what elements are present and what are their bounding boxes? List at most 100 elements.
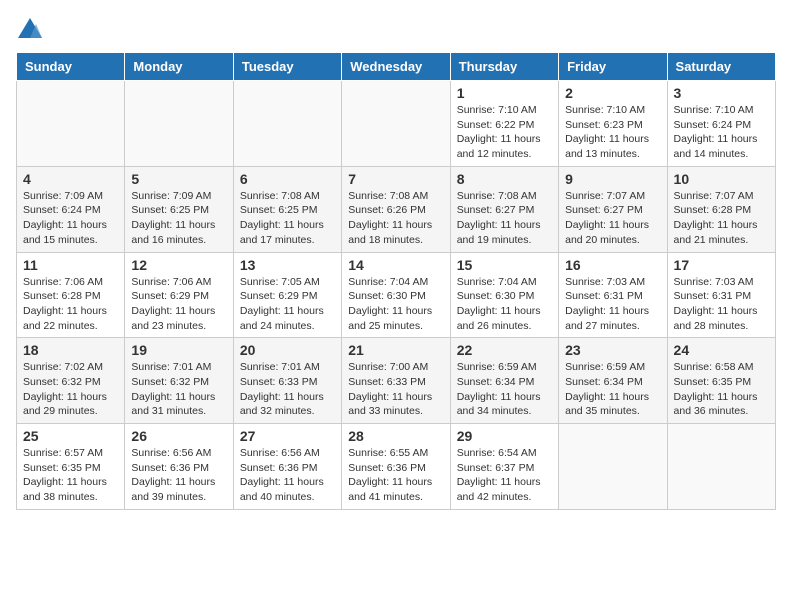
day-info: Sunrise: 7:04 AM Sunset: 6:30 PM Dayligh… — [348, 275, 443, 334]
weekday-header-wednesday: Wednesday — [342, 53, 450, 81]
day-number: 20 — [240, 342, 335, 358]
calendar-cell: 14 Sunrise: 7:04 AM Sunset: 6:30 PM Dayli… — [342, 252, 450, 338]
day-number: 28 — [348, 428, 443, 444]
calendar-cell: 9 Sunrise: 7:07 AM Sunset: 6:27 PM Daylig… — [559, 166, 667, 252]
page-header — [16, 16, 776, 44]
day-number: 26 — [131, 428, 226, 444]
calendar-cell: 2 Sunrise: 7:10 AM Sunset: 6:23 PM Daylig… — [559, 81, 667, 167]
day-number: 16 — [565, 257, 660, 273]
day-number: 19 — [131, 342, 226, 358]
day-info: Sunrise: 7:09 AM Sunset: 6:25 PM Dayligh… — [131, 189, 226, 248]
day-info: Sunrise: 7:04 AM Sunset: 6:30 PM Dayligh… — [457, 275, 552, 334]
weekday-header-thursday: Thursday — [450, 53, 558, 81]
calendar-cell: 1 Sunrise: 7:10 AM Sunset: 6:22 PM Daylig… — [450, 81, 558, 167]
calendar-cell: 6Sunrise: 7:08 AM Sunset: 6:25 PM Daylig… — [233, 166, 341, 252]
calendar-cell: 8 Sunrise: 7:08 AM Sunset: 6:27 PM Daylig… — [450, 166, 558, 252]
day-info: Sunrise: 7:03 AM Sunset: 6:31 PM Dayligh… — [674, 275, 769, 334]
logo — [16, 16, 48, 44]
weekday-header-row: SundayMondayTuesdayWednesdayThursdayFrid… — [17, 53, 776, 81]
calendar-cell: 18 Sunrise: 7:02 AM Sunset: 6:32 PM Dayli… — [17, 338, 125, 424]
day-info: Sunrise: 7:08 AM Sunset: 6:27 PM Dayligh… — [457, 189, 552, 248]
week-row-1: 1 Sunrise: 7:10 AM Sunset: 6:22 PM Daylig… — [17, 81, 776, 167]
day-number: 17 — [674, 257, 769, 273]
day-number: 12 — [131, 257, 226, 273]
day-number: 9 — [565, 171, 660, 187]
day-info: Sunrise: 7:02 AM Sunset: 6:32 PM Dayligh… — [23, 360, 118, 419]
day-info: Sunrise: 6:59 AM Sunset: 6:34 PM Dayligh… — [565, 360, 660, 419]
day-info: Sunrise: 7:07 AM Sunset: 6:28 PM Dayligh… — [674, 189, 769, 248]
calendar-cell: 12 Sunrise: 7:06 AM Sunset: 6:29 PM Dayli… — [125, 252, 233, 338]
day-info: Sunrise: 7:08 AM Sunset: 6:26 PM Dayligh… — [348, 189, 443, 248]
day-info: Sunrise: 7:01 AM Sunset: 6:32 PM Dayligh… — [131, 360, 226, 419]
day-info: Sunrise: 6:55 AM Sunset: 6:36 PM Dayligh… — [348, 446, 443, 505]
weekday-header-sunday: Sunday — [17, 53, 125, 81]
calendar-cell: 28 Sunrise: 6:55 AM Sunset: 6:36 PM Dayli… — [342, 424, 450, 510]
calendar-cell — [667, 424, 775, 510]
calendar-cell — [342, 81, 450, 167]
calendar-cell: 19 Sunrise: 7:01 AM Sunset: 6:32 PM Dayli… — [125, 338, 233, 424]
day-number: 23 — [565, 342, 660, 358]
calendar-cell: 23 Sunrise: 6:59 AM Sunset: 6:34 PM Dayli… — [559, 338, 667, 424]
calendar-cell: 4 Sunrise: 7:09 AM Sunset: 6:24 PM Daylig… — [17, 166, 125, 252]
calendar-cell — [17, 81, 125, 167]
day-info: Sunrise: 7:00 AM Sunset: 6:33 PM Dayligh… — [348, 360, 443, 419]
day-number: 22 — [457, 342, 552, 358]
day-info: Sunrise: 7:07 AM Sunset: 6:27 PM Dayligh… — [565, 189, 660, 248]
day-info: Sunrise: 7:10 AM Sunset: 6:23 PM Dayligh… — [565, 103, 660, 162]
day-info: Sunrise: 7:06 AM Sunset: 6:29 PM Dayligh… — [131, 275, 226, 334]
day-info: Sunrise: 6:58 AM Sunset: 6:35 PM Dayligh… — [674, 360, 769, 419]
calendar-cell: 13 Sunrise: 7:05 AM Sunset: 6:29 PM Dayli… — [233, 252, 341, 338]
day-number: 11 — [23, 257, 118, 273]
day-info: Sunrise: 7:09 AM Sunset: 6:24 PM Dayligh… — [23, 189, 118, 248]
day-info: Sunrise: 7:10 AM Sunset: 6:22 PM Dayligh… — [457, 103, 552, 162]
week-row-2: 4 Sunrise: 7:09 AM Sunset: 6:24 PM Daylig… — [17, 166, 776, 252]
day-number: 15 — [457, 257, 552, 273]
week-row-4: 18 Sunrise: 7:02 AM Sunset: 6:32 PM Dayli… — [17, 338, 776, 424]
day-number: 18 — [23, 342, 118, 358]
weekday-header-saturday: Saturday — [667, 53, 775, 81]
day-info: Sunrise: 7:05 AM Sunset: 6:29 PM Dayligh… — [240, 275, 335, 334]
day-info: Sunrise: 7:03 AM Sunset: 6:31 PM Dayligh… — [565, 275, 660, 334]
day-number: 1 — [457, 85, 552, 101]
calendar-cell: 10 Sunrise: 7:07 AM Sunset: 6:28 PM Dayli… — [667, 166, 775, 252]
day-info: Sunrise: 7:06 AM Sunset: 6:28 PM Dayligh… — [23, 275, 118, 334]
calendar-cell: 5 Sunrise: 7:09 AM Sunset: 6:25 PM Daylig… — [125, 166, 233, 252]
day-number: 10 — [674, 171, 769, 187]
day-number: 7 — [348, 171, 443, 187]
day-number: 3 — [674, 85, 769, 101]
day-info: Sunrise: 7:10 AM Sunset: 6:24 PM Dayligh… — [674, 103, 769, 162]
calendar-cell: 15 Sunrise: 7:04 AM Sunset: 6:30 PM Dayli… — [450, 252, 558, 338]
day-number: 2 — [565, 85, 660, 101]
day-number: 5 — [131, 171, 226, 187]
day-number: 4 — [23, 171, 118, 187]
week-row-5: 25Sunrise: 6:57 AM Sunset: 6:35 PM Dayli… — [17, 424, 776, 510]
day-number: 8 — [457, 171, 552, 187]
day-number: 27 — [240, 428, 335, 444]
calendar-cell: 7 Sunrise: 7:08 AM Sunset: 6:26 PM Daylig… — [342, 166, 450, 252]
day-info: Sunrise: 7:01 AM Sunset: 6:33 PM Dayligh… — [240, 360, 335, 419]
day-number: 25 — [23, 428, 118, 444]
calendar-cell: 27 Sunrise: 6:56 AM Sunset: 6:36 PM Dayli… — [233, 424, 341, 510]
weekday-header-friday: Friday — [559, 53, 667, 81]
calendar-cell: 16 Sunrise: 7:03 AM Sunset: 6:31 PM Dayli… — [559, 252, 667, 338]
calendar-cell: 26 Sunrise: 6:56 AM Sunset: 6:36 PM Dayli… — [125, 424, 233, 510]
calendar-cell — [125, 81, 233, 167]
calendar-cell: 29Sunrise: 6:54 AM Sunset: 6:37 PM Dayli… — [450, 424, 558, 510]
day-info: Sunrise: 6:59 AM Sunset: 6:34 PM Dayligh… — [457, 360, 552, 419]
day-number: 13 — [240, 257, 335, 273]
calendar-cell — [559, 424, 667, 510]
weekday-header-tuesday: Tuesday — [233, 53, 341, 81]
day-number: 14 — [348, 257, 443, 273]
day-number: 6 — [240, 171, 335, 187]
day-info: Sunrise: 6:56 AM Sunset: 6:36 PM Dayligh… — [240, 446, 335, 505]
day-number: 21 — [348, 342, 443, 358]
day-number: 29 — [457, 428, 552, 444]
calendar-cell: 11 Sunrise: 7:06 AM Sunset: 6:28 PM Dayli… — [17, 252, 125, 338]
day-number: 24 — [674, 342, 769, 358]
calendar-cell: 20 Sunrise: 7:01 AM Sunset: 6:33 PM Dayli… — [233, 338, 341, 424]
calendar-cell: 17 Sunrise: 7:03 AM Sunset: 6:31 PM Dayli… — [667, 252, 775, 338]
day-info: Sunrise: 6:56 AM Sunset: 6:36 PM Dayligh… — [131, 446, 226, 505]
calendar-cell — [233, 81, 341, 167]
calendar-cell: 21 Sunrise: 7:00 AM Sunset: 6:33 PM Dayli… — [342, 338, 450, 424]
calendar-cell: 24 Sunrise: 6:58 AM Sunset: 6:35 PM Dayli… — [667, 338, 775, 424]
